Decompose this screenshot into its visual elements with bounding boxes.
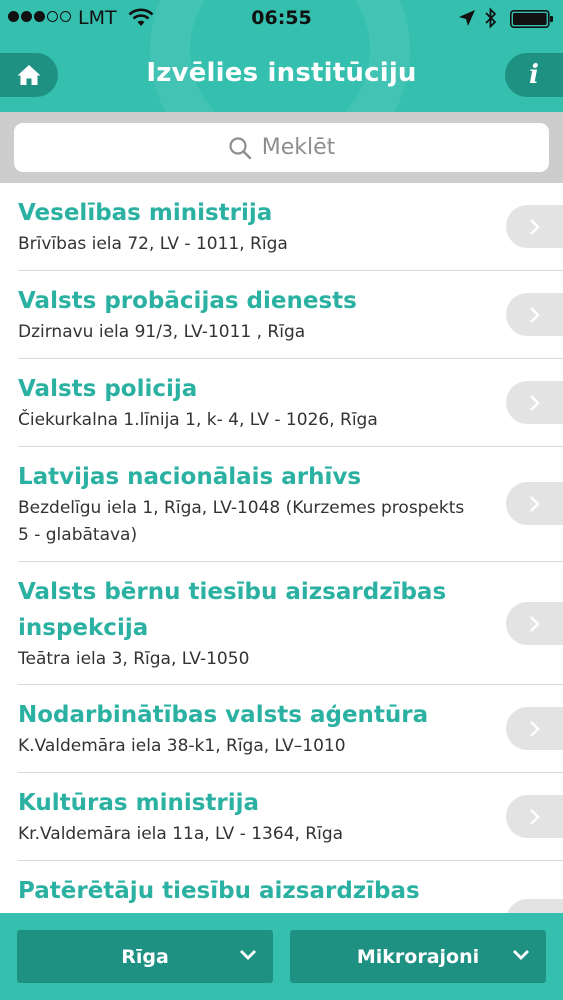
list-item[interactable]: Valsts probācijas dienests Dzirnavu iela…: [0, 271, 563, 359]
page-title: Izvēlies institūciju: [146, 58, 417, 88]
chevron-right-icon[interactable]: [506, 293, 563, 336]
institution-address: Kr.Valdemāra iela 11a, LV - 1364, Rīga: [18, 824, 344, 844]
city-dropdown-label: Rīga: [121, 945, 169, 968]
list-item[interactable]: Patērētāju tiesību aizsardzības: [0, 861, 563, 913]
search-icon: [229, 136, 251, 159]
institution-list: Veselības ministrija Brīvības iela 72, L…: [0, 183, 563, 913]
list-item[interactable]: Valsts policija Čiekurkalna 1.līnija 1, …: [0, 359, 563, 447]
chevron-right-icon[interactable]: [506, 602, 563, 645]
header: LMT 06:55 Izvēlies institūciju i: [0, 0, 563, 112]
chevron-right-icon[interactable]: [506, 205, 563, 248]
search-input[interactable]: Meklēt: [14, 123, 549, 172]
bluetooth-icon: [485, 7, 497, 29]
chevron-right-icon[interactable]: [506, 795, 563, 838]
info-icon: i: [529, 60, 539, 90]
institution-address: Teātra iela 3, Rīga, LV-1050: [18, 649, 250, 669]
list-item[interactable]: Nodarbinātības valsts aģentūra K.Valdemā…: [0, 685, 563, 773]
district-dropdown-label: Mikrorajoni: [356, 945, 480, 968]
chevron-right-icon[interactable]: [506, 899, 563, 913]
institution-name: Nodarbinātības valsts aģentūra: [18, 702, 429, 728]
chevron-down-icon: [240, 950, 256, 960]
institution-address: Dzirnavu iela 91/3, LV-1011 , Rīga: [18, 322, 306, 342]
list-item[interactable]: Kultūras ministrija Kr.Valdemāra iela 11…: [0, 773, 563, 861]
chevron-down-icon: [513, 950, 529, 960]
institution-address: Bezdelīgu iela 1, Rīga, LV-1048 (Kurzeme…: [18, 498, 465, 545]
district-dropdown[interactable]: Mikrorajoni: [290, 930, 546, 983]
institution-address: Čiekurkalna 1.līnija 1, k- 4, LV - 1026,…: [18, 410, 378, 430]
clock: 06:55: [251, 7, 312, 29]
battery-icon: [510, 10, 553, 28]
filter-bar: Rīga Mikrorajoni: [0, 913, 563, 1000]
info-button[interactable]: i: [505, 53, 563, 97]
search-placeholder: Meklēt: [261, 135, 336, 160]
location-arrow-icon: [459, 10, 475, 26]
institution-name: Latvijas nacionālais arhīvs: [18, 464, 362, 490]
institution-address: Brīvības iela 72, LV - 1011, Rīga: [18, 234, 288, 254]
institution-name: Valsts probācijas dienests: [18, 288, 357, 314]
institution-name: Kultūras ministrija: [18, 790, 260, 816]
chevron-right-icon[interactable]: [506, 482, 563, 525]
institution-name: Valsts policija: [18, 376, 198, 402]
list-item[interactable]: Valsts bērnu tiesību aizsardzības inspek…: [0, 562, 563, 685]
city-dropdown[interactable]: Rīga: [17, 930, 273, 983]
institution-name: Valsts bērnu tiesību aizsardzības inspek…: [18, 579, 447, 641]
list-item[interactable]: Latvijas nacionālais arhīvs Bezdelīgu ie…: [0, 447, 563, 562]
chevron-right-icon[interactable]: [506, 381, 563, 424]
list-item[interactable]: Veselības ministrija Brīvības iela 72, L…: [0, 183, 563, 271]
institution-address: K.Valdemāra iela 38-k1, Rīga, LV–1010: [18, 736, 346, 756]
institution-name: Patērētāju tiesību aizsardzības: [18, 878, 420, 904]
chevron-right-icon[interactable]: [506, 707, 563, 750]
institution-name: Veselības ministrija: [18, 200, 273, 226]
status-bar: LMT 06:55: [0, 0, 563, 38]
search-bar: Meklēt: [0, 112, 563, 183]
